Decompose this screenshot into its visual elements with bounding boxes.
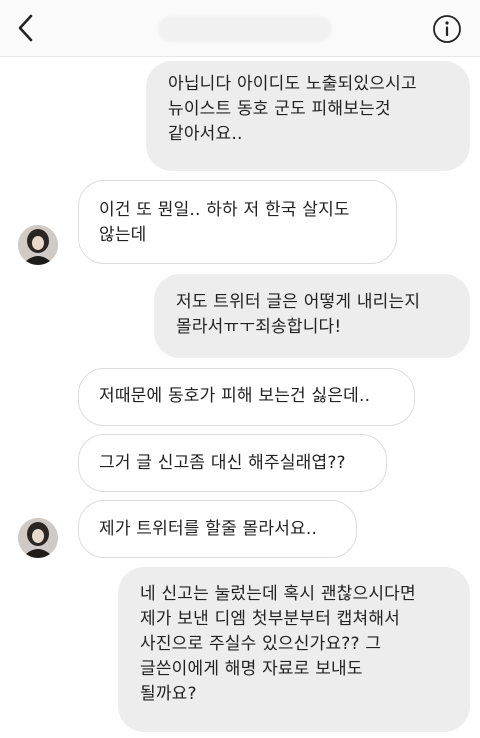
message-bubble-received[interactable]: 제가 트위터를 할줄 몰라서요.. <box>78 500 357 558</box>
message-bubble-received[interactable]: 저때문에 동호가 피해 보는건 싫은데.. <box>78 368 415 426</box>
chat-header <box>0 0 480 57</box>
message-bubble-sent[interactable]: 네 신고는 눌렀는데 혹시 괜찮으시다면 제가 보낸 디엠 첫부분부터 캡쳐해서… <box>118 567 470 732</box>
message-bubble-sent[interactable]: 저도 트위터 글은 어떻게 내리는지 몰라서ㅠㅜ죄송합니다! <box>154 274 470 358</box>
info-circle-icon <box>433 15 461 43</box>
profile-photo-icon <box>18 225 58 265</box>
message-bubble-received[interactable]: 그거 글 신고좀 대신 해주실래엽?? <box>78 434 387 492</box>
info-button[interactable] <box>432 14 462 44</box>
avatar[interactable] <box>18 225 58 265</box>
back-button[interactable] <box>12 12 40 44</box>
profile-photo-icon <box>18 518 58 558</box>
message-bubble-sent[interactable]: 아닙니다 아이디도 노출되있으시고 뉴이스트 동호 군도 피해보는것 같아서요.… <box>146 61 470 171</box>
message-bubble-received[interactable]: 이건 또 뭔일.. 하하 저 한국 살지도 않는데 <box>78 180 397 264</box>
chevron-left-icon <box>18 14 33 42</box>
avatar[interactable] <box>18 518 58 558</box>
conversation-title-blurred[interactable] <box>158 16 332 42</box>
